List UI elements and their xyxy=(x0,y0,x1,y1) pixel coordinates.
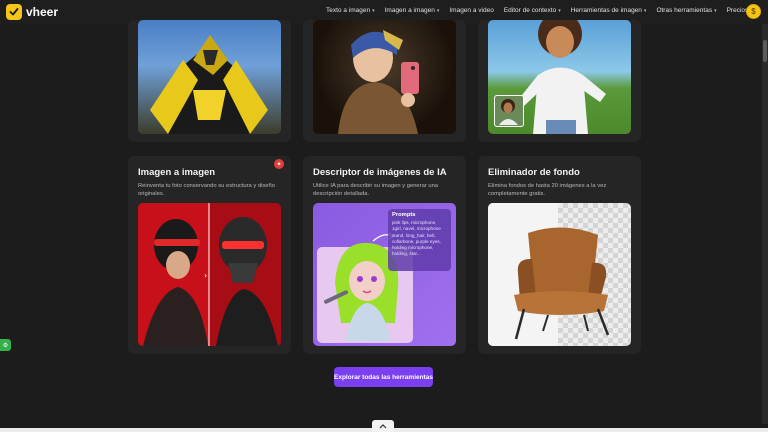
prompts-panel: Prompts pink lips, microphone, 1girl, na… xyxy=(388,209,451,271)
nav-label: Otras herramientas xyxy=(656,7,713,14)
new-badge-icon: ✦ xyxy=(274,159,284,169)
brand-logo[interactable]: vheer xyxy=(6,4,58,20)
nav-texto-a-imagen[interactable]: Texto a imagen ▾ xyxy=(326,7,375,14)
cyborg-transformation-image: › xyxy=(138,203,281,346)
chevron-up-icon[interactable] xyxy=(372,420,394,432)
card-title: Eliminador de fondo xyxy=(488,167,580,178)
scrollbar-thumb[interactable] xyxy=(763,40,767,62)
prompts-title: Prompts xyxy=(392,212,416,218)
armchair-background-removed-image xyxy=(488,203,631,346)
chevron-down-icon: ▾ xyxy=(436,7,440,14)
nav-label: Imagen a video xyxy=(449,7,494,14)
nav-label: Editor de contexto xyxy=(503,7,557,14)
nav-otras-herramientas[interactable]: Otras herramientas ▾ xyxy=(656,7,716,14)
logo-check-icon xyxy=(6,4,22,20)
chevron-down-icon: ▾ xyxy=(643,7,647,14)
nav-editor-de-contexto[interactable]: Editor de contexto ▾ xyxy=(504,7,561,14)
nav-imagen-a-imagen[interactable]: Imagen a imagen ▾ xyxy=(385,7,440,14)
nav-imagen-a-video[interactable]: Imagen a video xyxy=(449,7,493,14)
scrollbar-track[interactable] xyxy=(762,24,768,424)
nav-label: Imagen a imagen xyxy=(384,7,435,14)
card-title: Imagen a imagen xyxy=(138,167,216,178)
feedback-side-tab[interactable]: ⚙ xyxy=(0,339,11,351)
robot-bird-image xyxy=(138,20,281,134)
explore-all-tools-button[interactable]: Explorar todas las herramientas xyxy=(334,367,433,387)
main-menu: Texto a imagen ▾ Imagen a imagen ▾ Imagen … xyxy=(326,7,758,14)
nav-herramientas-de-imagen[interactable]: Herramientas de imagen ▾ xyxy=(571,7,647,14)
card-description: Utilice IA para describir su imagen y ge… xyxy=(313,183,439,197)
chevron-down-icon: ▾ xyxy=(372,7,375,14)
card-description: Elimina fondos de hasta 20 imágenes a la… xyxy=(488,183,607,197)
card-title: Descriptor de imágenes de IA xyxy=(313,167,447,178)
svg-text:›: › xyxy=(204,271,207,280)
cartoon-running-man-image xyxy=(488,20,631,134)
card-description: Reinventa tu foto conservando su estruct… xyxy=(138,183,275,197)
nav-label: Texto a imagen xyxy=(326,7,371,14)
original-photo-inset xyxy=(494,95,524,127)
brand-name: vheer xyxy=(26,5,59,19)
chevron-down-icon: ▾ xyxy=(714,7,717,14)
pearl-earring-selfie-image xyxy=(313,20,456,134)
nav-label: Herramientas de imagen xyxy=(570,7,642,14)
credits-coin-icon[interactable]: $ xyxy=(746,4,761,19)
prompts-text: pink lips, microphone, 1girl, navel, mic… xyxy=(392,220,441,257)
chevron-down-icon: ▾ xyxy=(558,7,561,14)
